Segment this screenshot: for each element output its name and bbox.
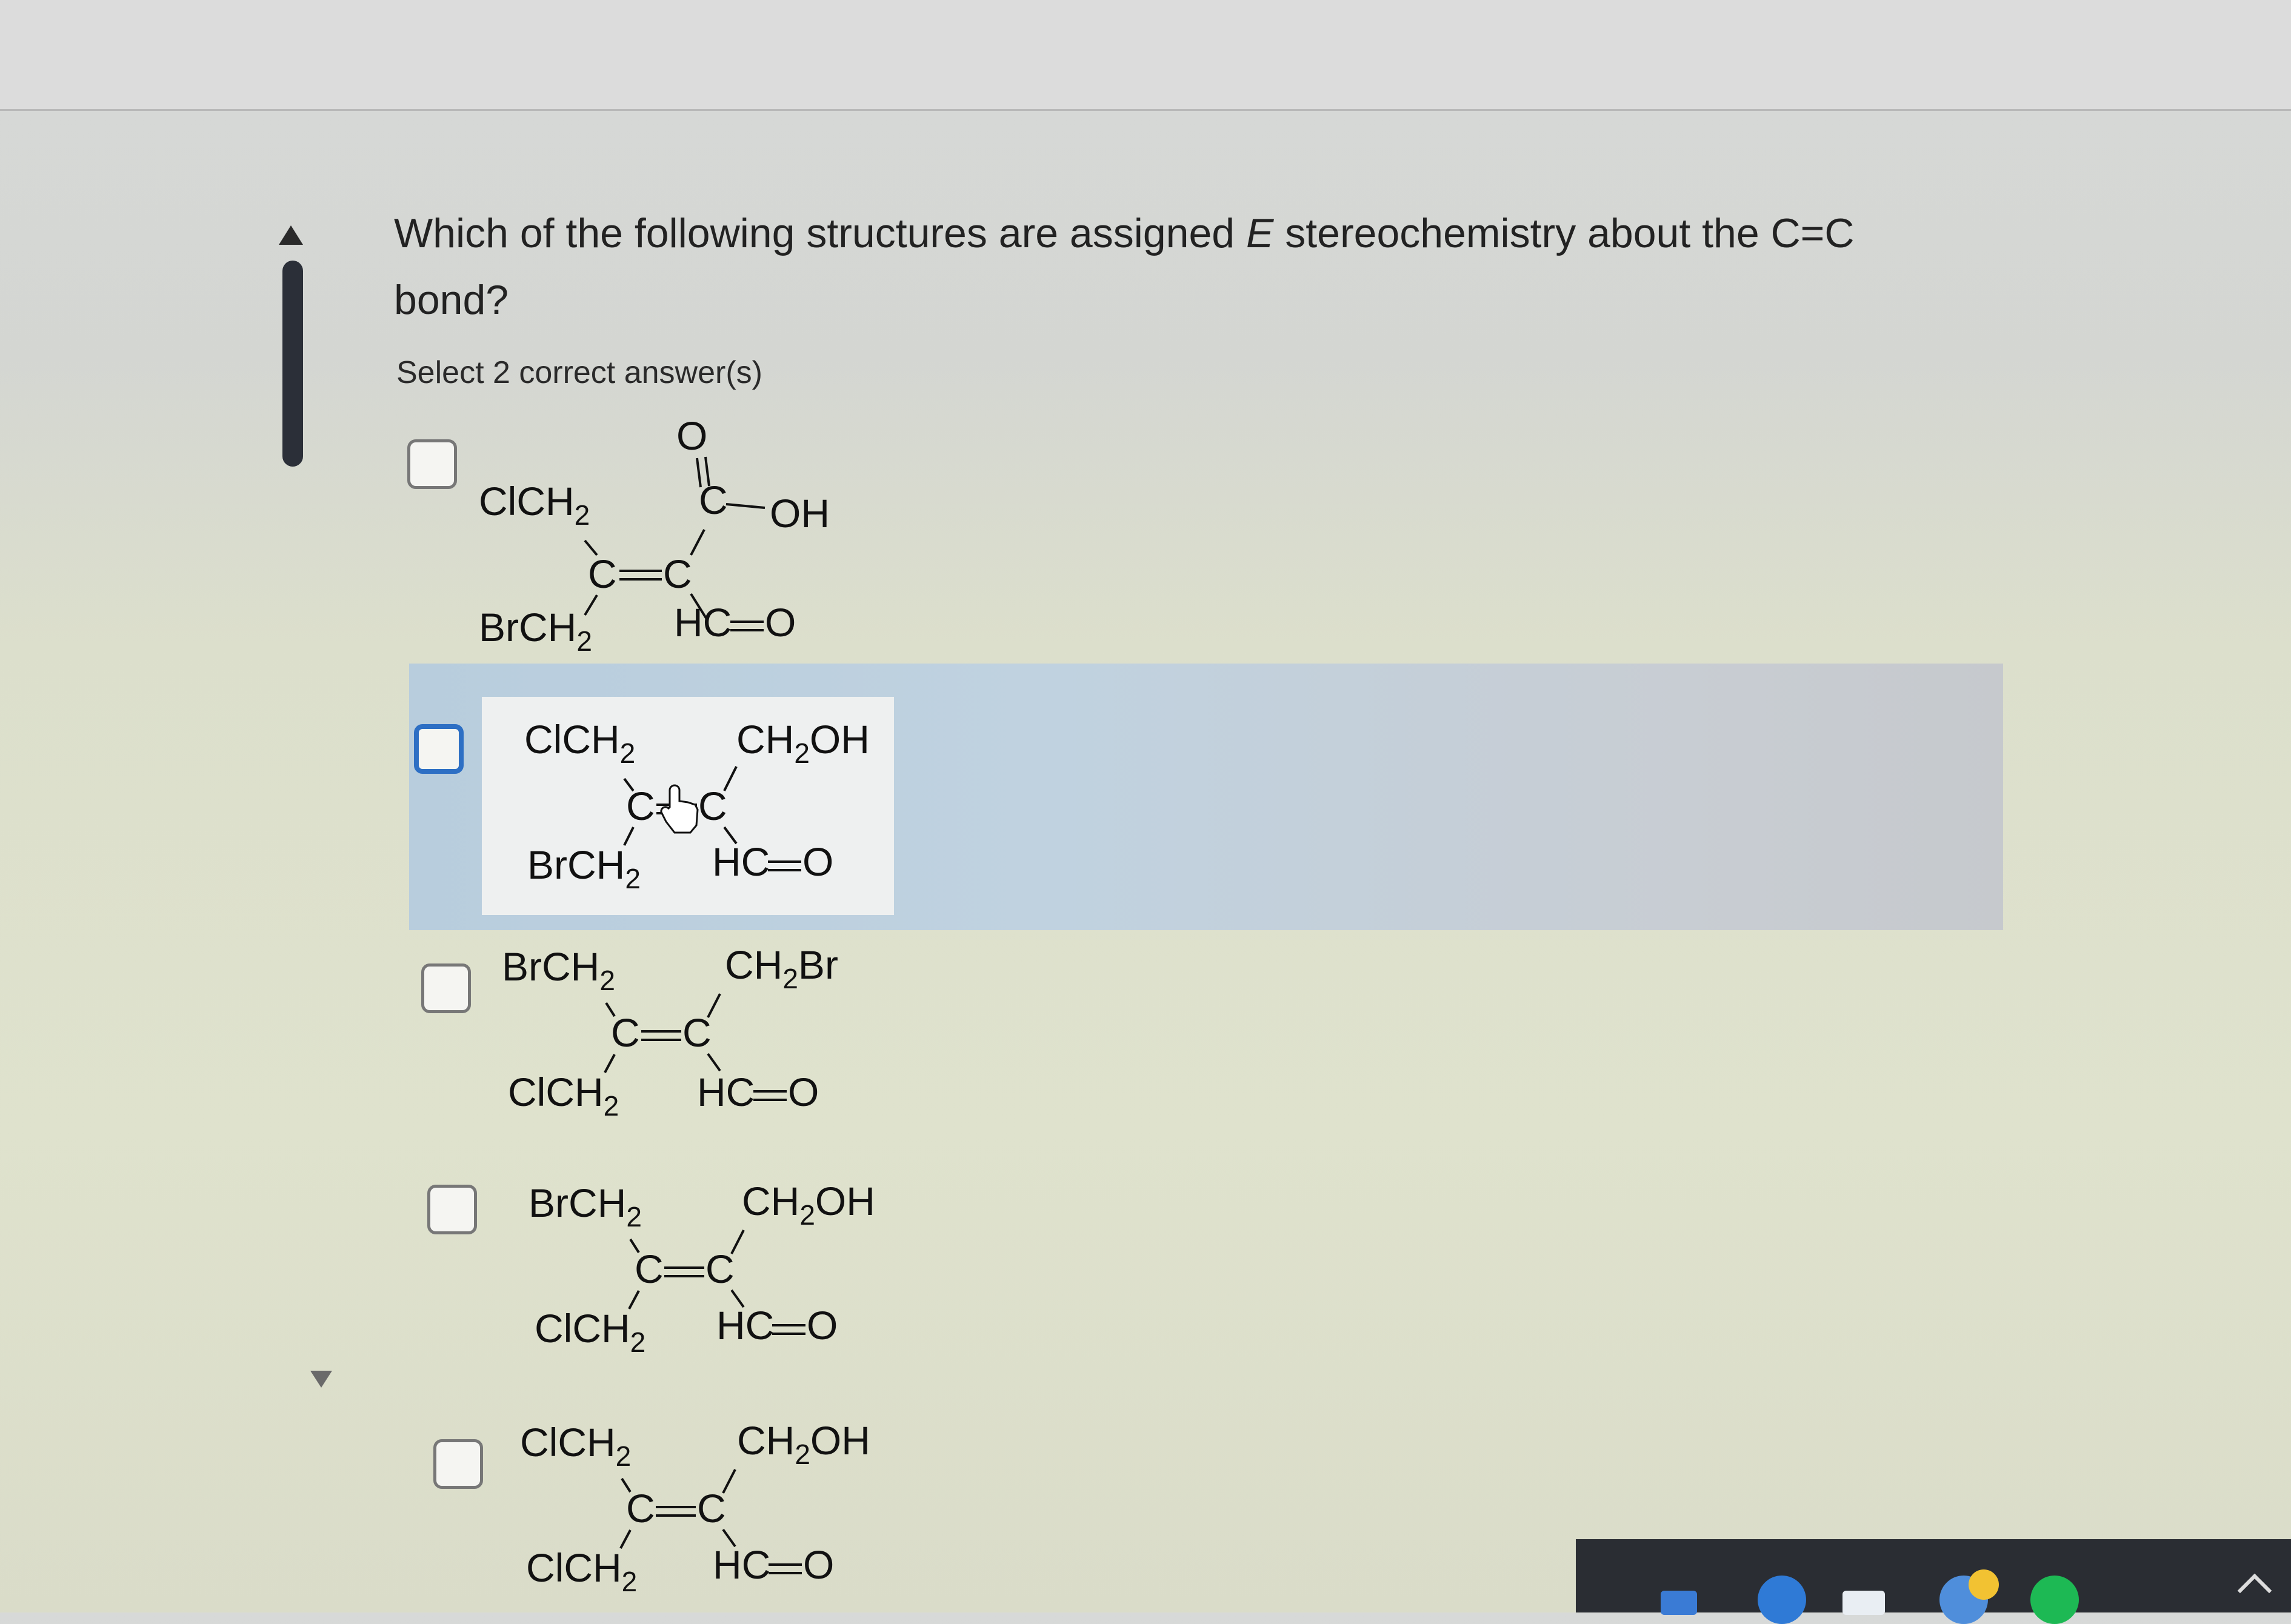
svg-text:C: C	[663, 551, 692, 596]
svg-text:BrCH2: BrCH2	[529, 1180, 642, 1233]
spotify-icon[interactable]	[2030, 1576, 2079, 1624]
taskbar-app-icon[interactable]	[1661, 1591, 1697, 1615]
instruction-text: Select 2 correct answer(s)	[396, 355, 762, 390]
svg-text:HC: HC	[697, 1070, 755, 1114]
svg-text:ClCH2: ClCH2	[535, 1306, 645, 1358]
svg-text:CH2OH: CH2OH	[742, 1179, 875, 1231]
svg-text:O: O	[803, 1542, 834, 1587]
svg-text:O: O	[802, 839, 833, 884]
taskbar-folder-icon[interactable]	[1842, 1591, 1885, 1615]
svg-text:O: O	[765, 600, 796, 645]
option-2-checkbox[interactable]	[414, 724, 464, 774]
svg-text:ClCH2: ClCH2	[479, 479, 590, 531]
svg-text:CH2Br: CH2Br	[725, 942, 838, 994]
option-1-structure: ClCH2 BrCH2 C C C OH O HC O	[479, 413, 830, 657]
svg-text:ClCH2: ClCH2	[526, 1545, 637, 1597]
svg-text:C: C	[698, 784, 727, 828]
taskbar-badge-icon	[1969, 1569, 1999, 1600]
svg-text:O: O	[788, 1070, 819, 1114]
scroll-up-icon[interactable]	[279, 225, 303, 245]
svg-text:BrCH2: BrCH2	[479, 605, 592, 657]
option-3-checkbox[interactable]	[421, 963, 471, 1013]
svg-text:HC: HC	[674, 600, 732, 645]
option-5-checkbox[interactable]	[433, 1439, 483, 1489]
svg-text:ClCH2: ClCH2	[520, 1420, 631, 1472]
question-text: Which of the following structures are as…	[394, 210, 1855, 323]
svg-text:C: C	[697, 1486, 726, 1531]
svg-text:C: C	[626, 784, 655, 828]
taskbar-edge-icon[interactable]	[1758, 1576, 1806, 1624]
svg-text:HC: HC	[716, 1303, 774, 1348]
svg-text:O: O	[676, 413, 707, 458]
svg-text:HC: HC	[712, 839, 770, 884]
svg-text:CH2OH: CH2OH	[736, 717, 870, 769]
svg-text:BrCH2: BrCH2	[502, 944, 615, 996]
option-2-structure: ClCH2 BrCH2 C C CH2OH HC O	[524, 717, 870, 894]
svg-text:ClCH2: ClCH2	[524, 717, 635, 769]
hand-pointer-icon	[660, 784, 699, 834]
option-3-structure: BrCH2 ClCH2 C C CH2Br HC O	[502, 942, 838, 1122]
option-4-structure: BrCH2 ClCH2 C C CH2OH HC O	[529, 1179, 875, 1358]
svg-text:C: C	[588, 551, 617, 596]
svg-text:C: C	[611, 1010, 640, 1055]
svg-text:BrCH2: BrCH2	[527, 842, 641, 894]
svg-text:C: C	[626, 1486, 655, 1531]
option-5-structure: ClCH2 ClCH2 C C CH2OH HC O	[520, 1418, 870, 1597]
browser-top-region	[0, 0, 2291, 111]
option-1-checkbox[interactable]	[407, 439, 457, 489]
svg-text:C: C	[705, 1246, 735, 1291]
svg-text:HC: HC	[713, 1542, 770, 1587]
svg-text:OH: OH	[770, 491, 830, 536]
svg-text:CH2OH: CH2OH	[737, 1418, 870, 1470]
svg-text:O: O	[807, 1303, 838, 1348]
svg-text:C: C	[635, 1246, 664, 1291]
svg-text:C: C	[699, 478, 728, 522]
scrollbar-thumb[interactable]	[282, 261, 303, 467]
option-4-checkbox[interactable]	[427, 1185, 477, 1234]
svg-text:ClCH2: ClCH2	[508, 1070, 619, 1122]
scroll-down-icon[interactable]	[310, 1371, 332, 1388]
